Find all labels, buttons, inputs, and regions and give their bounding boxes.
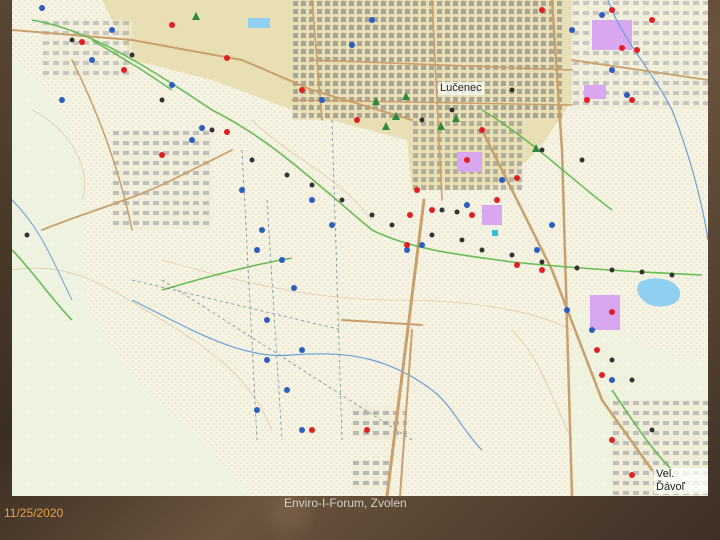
suburb-northwest [42, 20, 132, 80]
industrial-zone-3 [457, 152, 482, 172]
slide-date: 11/25/2020 [4, 506, 64, 520]
industrial-zone-5 [590, 295, 620, 330]
slide-frame: Lučenec Vel. Ďávoľ 11/25/2020 Enviro-I-F… [0, 0, 720, 540]
town-label: Lučenec [438, 82, 484, 95]
industrial-zone-1 [592, 20, 632, 50]
village-label: Vel. Ďávoľ [654, 468, 708, 494]
map-canvas [12, 0, 708, 496]
industrial-zone-4 [482, 205, 502, 225]
suburb-west [112, 130, 212, 230]
cyan-marker [492, 230, 498, 236]
pond-north [248, 18, 270, 28]
map-panel[interactable]: Lučenec Vel. Ďávoľ [12, 0, 708, 496]
settlement-south-2 [352, 460, 392, 490]
slide-footer-title: Enviro-I-Forum, Zvolen [284, 496, 407, 510]
industrial-zone-2 [584, 85, 606, 99]
